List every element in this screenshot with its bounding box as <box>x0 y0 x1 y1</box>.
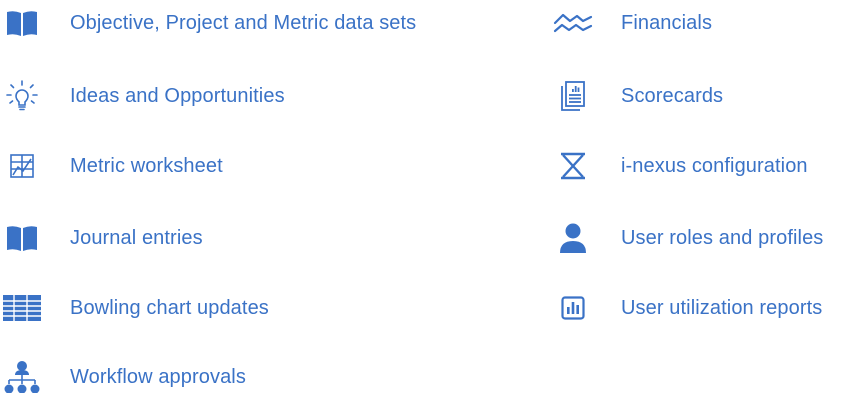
feature-item-utilization: User utilization reports <box>553 288 822 328</box>
book-icon <box>2 218 42 258</box>
feature-item-journal: Journal entries <box>2 218 203 258</box>
bar-report-icon <box>553 288 593 328</box>
feature-item-financials: Financials <box>553 3 712 43</box>
feature-label: User utilization reports <box>621 296 823 319</box>
wave-chart-icon <box>553 3 593 43</box>
feature-item-bowling-chart: Bowling chart updates <box>2 288 269 328</box>
feature-label: Journal entries <box>70 226 203 249</box>
x-box-icon <box>553 146 593 186</box>
feature-label: Bowling chart updates <box>70 296 269 319</box>
table-grid-icon <box>2 288 42 328</box>
feature-item-configuration: i-nexus configuration <box>553 146 808 186</box>
feature-item-ideas: Ideas and Opportunities <box>2 76 285 116</box>
feature-label: Metric worksheet <box>70 154 223 177</box>
feature-label: Scorecards <box>621 84 724 107</box>
org-chart-icon <box>2 361 42 393</box>
feature-item-metric-worksheet: Metric worksheet <box>2 146 223 186</box>
feature-item-scorecards: Scorecards <box>553 76 723 116</box>
feature-item-user-roles: User roles and profiles <box>553 218 823 258</box>
documents-icon <box>553 76 593 116</box>
book-icon <box>2 3 42 43</box>
user-icon <box>553 218 593 258</box>
feature-item-workflow: Workflow approvals <box>2 361 246 393</box>
feature-label: Objective, Project and Metric data sets <box>70 11 417 34</box>
feature-list: Objective, Project and Metric data sets … <box>0 0 868 393</box>
lightbulb-icon <box>2 76 42 116</box>
feature-label: Financials <box>621 11 713 34</box>
feature-label: User roles and profiles <box>621 226 824 249</box>
feature-label: i-nexus configuration <box>621 154 808 177</box>
feature-item-data-sets: Objective, Project and Metric data sets <box>2 3 416 43</box>
feature-label: Ideas and Opportunities <box>70 84 285 107</box>
worksheet-icon <box>2 146 42 186</box>
feature-label: Workflow approvals <box>70 365 246 388</box>
